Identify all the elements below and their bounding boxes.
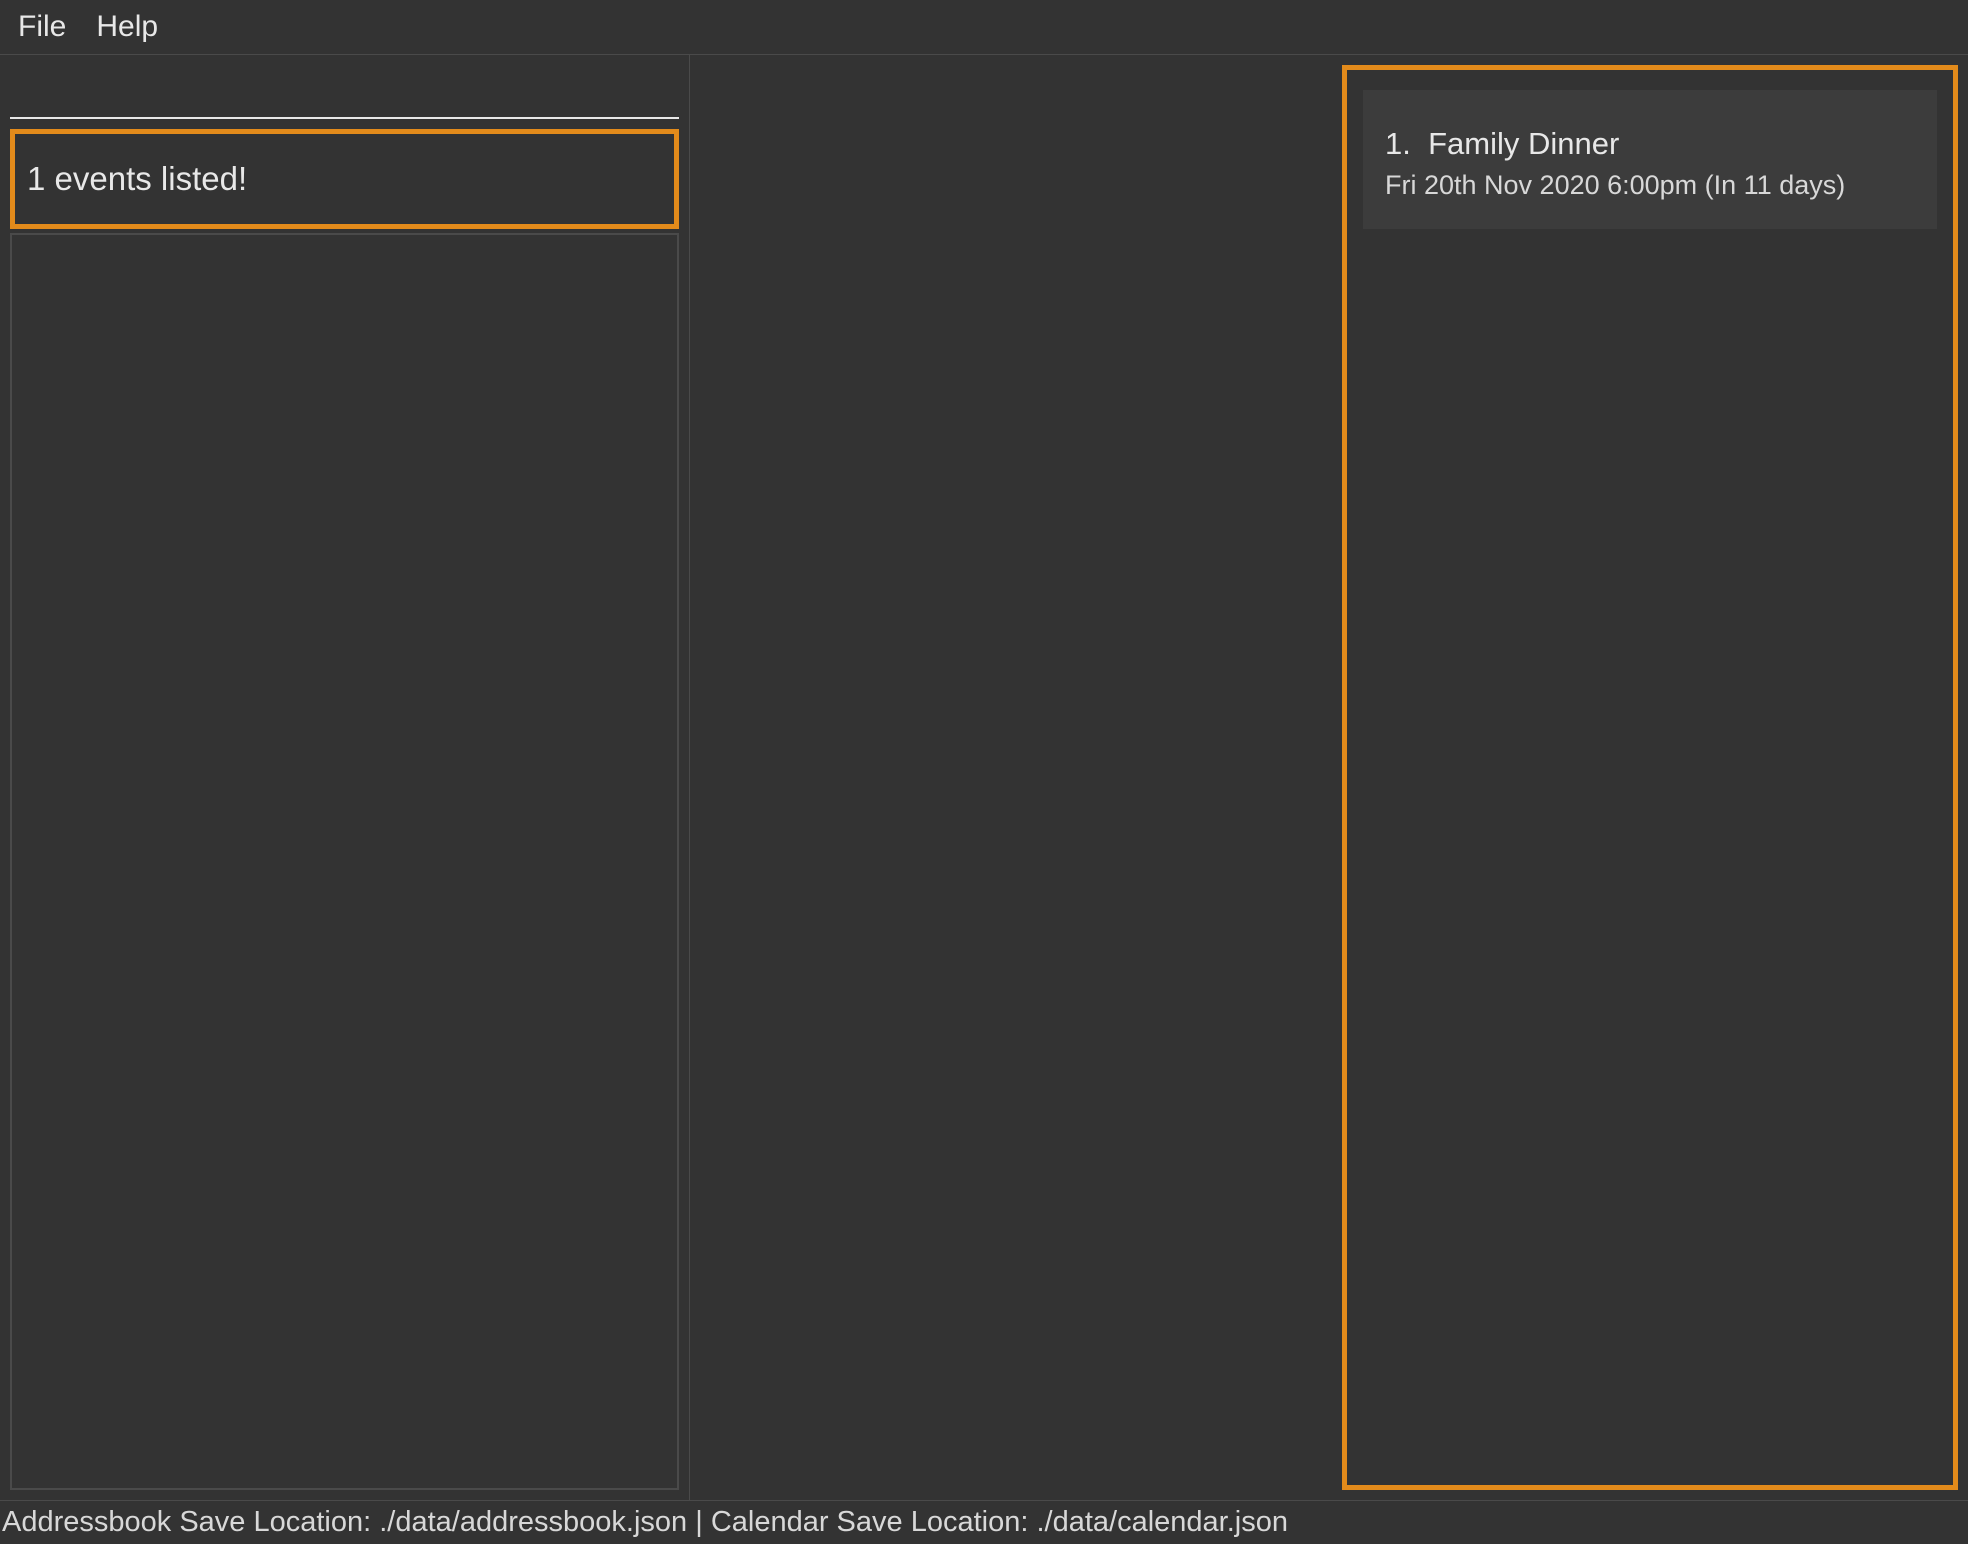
event-name: Family Dinner	[1428, 126, 1619, 161]
command-input[interactable]	[10, 65, 679, 119]
statusbar-text: Addressbook Save Location: ./data/addres…	[2, 1506, 1288, 1539]
menubar: File Help	[0, 0, 1968, 55]
left-panel: 1 events listed!	[0, 55, 690, 1500]
event-card[interactable]: 1. Family Dinner Fri 20th Nov 2020 6:00p…	[1363, 90, 1937, 229]
statusbar: Addressbook Save Location: ./data/addres…	[0, 1500, 1968, 1544]
result-message-text: 1 events listed!	[27, 160, 247, 198]
main-content: 1 events listed! 1. Family Dinner Fri 20…	[0, 55, 1968, 1500]
event-time: Fri 20th Nov 2020 6:00pm (In 11 days)	[1385, 170, 1915, 201]
events-panel: 1. Family Dinner Fri 20th Nov 2020 6:00p…	[1342, 65, 1958, 1490]
event-title: 1. Family Dinner	[1385, 126, 1915, 162]
result-message-box: 1 events listed!	[10, 129, 679, 229]
event-index: 1.	[1385, 126, 1411, 161]
persons-list-panel[interactable]	[10, 233, 679, 1490]
menu-help[interactable]: Help	[96, 10, 158, 44]
middle-panel	[690, 55, 1342, 1500]
menu-file[interactable]: File	[18, 10, 66, 44]
